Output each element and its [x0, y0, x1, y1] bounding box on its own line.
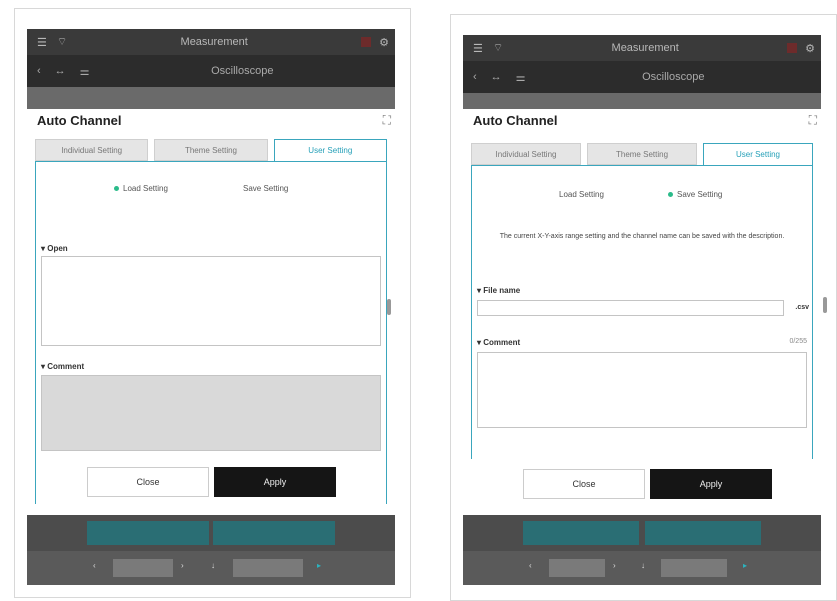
- nav-icon[interactable]: ↔: [491, 71, 502, 83]
- channel-button-1[interactable]: [87, 521, 209, 545]
- dialog-title: Auto Channel: [37, 113, 122, 128]
- mode-radio-group: Load Setting Save Setting: [472, 190, 812, 204]
- open-label: Open: [47, 244, 68, 253]
- sub-tab-bar: [27, 87, 395, 109]
- cursor-icon[interactable]: ▸: [317, 561, 321, 570]
- status-title: Measurement: [611, 42, 679, 54]
- tab-individual-setting[interactable]: Individual Setting: [35, 139, 149, 161]
- channel-button-1[interactable]: [523, 521, 639, 545]
- settings-icon[interactable]: ⚙: [805, 42, 815, 55]
- filter-icon[interactable]: ⚌: [516, 71, 526, 84]
- radio-empty-icon: [234, 186, 239, 191]
- file-name-input[interactable]: [477, 300, 784, 316]
- apply-button[interactable]: Apply: [650, 469, 772, 499]
- sub-tab-bar: [463, 93, 821, 109]
- menu-icon[interactable]: ☰: [37, 36, 47, 49]
- comment-section-label: ▾ Comment: [477, 338, 521, 347]
- range-field-2[interactable]: [661, 559, 727, 577]
- auto-channel-dialog: Auto Channel ⛶ Individual Setting Theme …: [27, 109, 395, 504]
- prev-icon[interactable]: ‹: [93, 561, 96, 570]
- radio-empty-icon: [550, 192, 555, 197]
- channel-button-2[interactable]: [213, 521, 335, 545]
- range-field-1[interactable]: [113, 559, 173, 577]
- setting-tabs: Individual Setting Theme Setting User Se…: [471, 143, 813, 165]
- comment-box: [41, 375, 381, 451]
- wifi-icon: ⌔: [56, 36, 68, 48]
- tab-theme-setting[interactable]: Theme Setting: [154, 139, 268, 161]
- comment-section-label: ▾ Comment: [41, 362, 85, 371]
- settings-icon[interactable]: ⚙: [379, 36, 389, 49]
- expand-icon[interactable]: ⛶: [809, 113, 817, 128]
- save-setting-radio[interactable]: Save Setting: [668, 190, 722, 199]
- setting-tabs: Individual Setting Theme Setting User Se…: [35, 139, 387, 161]
- next-icon[interactable]: ›: [613, 561, 616, 570]
- close-button[interactable]: Close: [87, 467, 209, 497]
- record-icon[interactable]: [361, 37, 372, 47]
- save-setting-label: Save Setting: [677, 190, 723, 199]
- window-title: Oscilloscope: [211, 65, 274, 77]
- window-title: Oscilloscope: [642, 71, 705, 83]
- menu-icon[interactable]: ☰: [473, 42, 483, 55]
- save-description: The current X-Y-axis range setting and t…: [499, 233, 785, 240]
- title-bar: ‹ ↔ ⚌ Oscilloscope: [27, 55, 395, 87]
- comment-label: Comment: [47, 362, 85, 371]
- screen-load-setting: ☰ ⌔ Measurement ⚙ ‹ ↔ ⚌ Oscilloscope Aut…: [14, 8, 411, 598]
- arrow-icon[interactable]: ↓: [641, 561, 645, 570]
- load-setting-label: Load Setting: [559, 190, 604, 199]
- status-bar: ☰ ⌔ Measurement ⚙: [463, 35, 821, 61]
- radio-selected-icon: [114, 186, 119, 191]
- close-button[interactable]: Close: [523, 469, 645, 499]
- comment-counter: 0/255: [789, 338, 807, 345]
- tab-theme-setting[interactable]: Theme Setting: [587, 143, 697, 165]
- back-icon[interactable]: ‹: [37, 65, 41, 77]
- mode-radio-group: Load Setting Save Setting: [36, 184, 386, 198]
- tab-user-setting[interactable]: User Setting: [273, 139, 387, 161]
- channel-button-2[interactable]: [645, 521, 761, 545]
- channel-bar: [27, 515, 395, 551]
- file-extension: .csv: [795, 304, 809, 311]
- status-title: Measurement: [180, 36, 248, 48]
- comment-label: Comment: [483, 338, 521, 347]
- load-setting-radio[interactable]: Load Setting: [550, 190, 604, 199]
- save-setting-radio[interactable]: Save Setting: [234, 184, 288, 193]
- open-section-label: ▾ Open: [41, 244, 68, 253]
- title-bar: ‹ ↔ ⚌ Oscilloscope: [463, 61, 821, 93]
- dialog-title: Auto Channel: [473, 113, 558, 128]
- filter-icon[interactable]: ⚌: [80, 65, 90, 78]
- open-file-list[interactable]: [41, 256, 381, 346]
- file-name-section-label: ▾ File name: [477, 286, 521, 295]
- radio-selected-icon: [668, 192, 673, 197]
- user-setting-panel: Load Setting Save Setting The current X-…: [471, 165, 813, 459]
- tab-user-setting[interactable]: User Setting: [703, 143, 813, 165]
- auto-channel-dialog: Auto Channel ⛶ Individual Setting Theme …: [463, 109, 821, 459]
- prev-icon[interactable]: ‹: [529, 561, 532, 570]
- load-setting-label: Load Setting: [123, 184, 168, 193]
- range-field-2[interactable]: [233, 559, 303, 577]
- tab-individual-setting[interactable]: Individual Setting: [471, 143, 581, 165]
- cursor-icon[interactable]: ▸: [743, 561, 747, 570]
- back-icon[interactable]: ‹: [473, 71, 477, 83]
- user-setting-panel: Load Setting Save Setting ▾ Open ▾ Comme…: [35, 161, 387, 504]
- scroll-handle[interactable]: [387, 299, 391, 315]
- control-bar: ‹ › ↓ ▸: [463, 551, 821, 585]
- scroll-handle[interactable]: [823, 297, 827, 313]
- comment-textarea[interactable]: [477, 352, 807, 428]
- control-bar: ‹ › ↓ ▸: [27, 551, 395, 585]
- channel-bar: [463, 515, 821, 551]
- expand-icon[interactable]: ⛶: [383, 113, 391, 128]
- wifi-icon: ⌔: [492, 42, 504, 54]
- file-name-label: File name: [483, 286, 521, 295]
- apply-button[interactable]: Apply: [214, 467, 336, 497]
- nav-icon[interactable]: ↔: [55, 65, 66, 77]
- load-setting-radio[interactable]: Load Setting: [114, 184, 168, 193]
- screen-save-setting: ☰ ⌔ Measurement ⚙ ‹ ↔ ⚌ Oscilloscope Aut…: [450, 14, 837, 601]
- range-field-1[interactable]: [549, 559, 605, 577]
- next-icon[interactable]: ›: [181, 561, 184, 570]
- record-icon[interactable]: [787, 43, 798, 53]
- save-setting-label: Save Setting: [243, 184, 289, 193]
- arrow-icon[interactable]: ↓: [211, 561, 215, 570]
- status-bar: ☰ ⌔ Measurement ⚙: [27, 29, 395, 55]
